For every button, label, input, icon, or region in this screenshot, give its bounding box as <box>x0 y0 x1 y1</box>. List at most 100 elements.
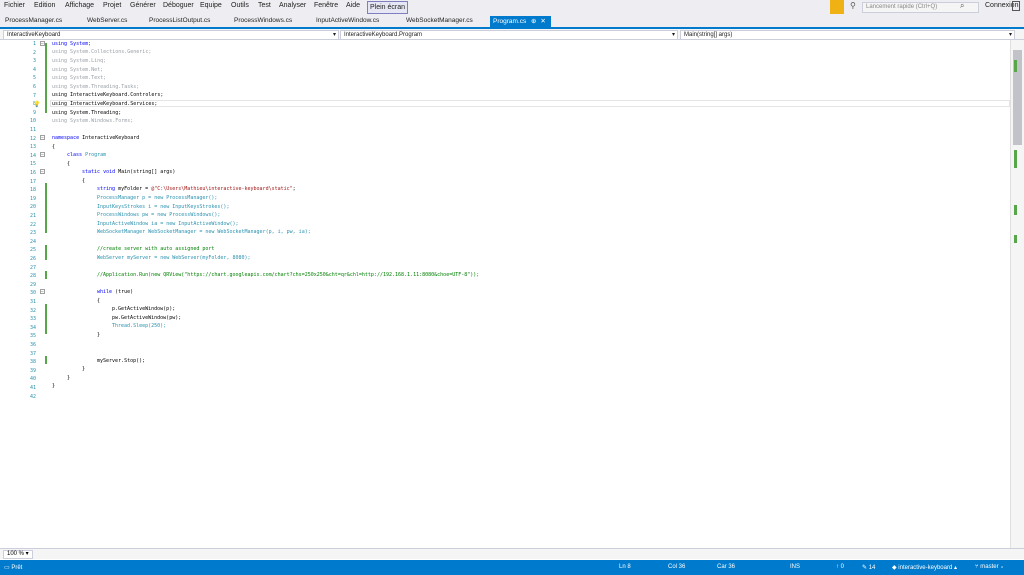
pin-icon[interactable]: ⊕ <box>531 18 536 25</box>
menu-test[interactable]: Test <box>258 2 271 9</box>
menu-project[interactable]: Projet <box>103 2 121 9</box>
notification-flag-icon[interactable] <box>830 0 844 14</box>
code-line: //Application.Run(new QRView("https://ch… <box>97 272 480 278</box>
code-line: } <box>82 366 86 372</box>
change-marker <box>45 43 47 113</box>
search-icon[interactable]: ⌕ <box>960 1 964 11</box>
fold-toggle[interactable]: − <box>40 289 45 295</box>
code-line: ProcessManager p = new ProcessManager(); <box>97 195 218 201</box>
tab-processlistoutput[interactable]: ProcessListOutput.cs <box>149 17 210 24</box>
code-line: { <box>52 144 56 150</box>
menu-analyze[interactable]: Analyser <box>279 2 306 9</box>
class-dropdown[interactable]: InteractiveKeyboard.Program ▾ <box>340 30 678 40</box>
menu-view[interactable]: Affichage <box>65 2 94 9</box>
line-number: 10 <box>29 118 36 125</box>
line-number: 4 <box>32 66 36 73</box>
code-line: while (true) <box>97 289 134 295</box>
code-line: string myFolder = @"C:\Users\Mathieu\int… <box>97 186 296 192</box>
line-number: 16 <box>29 170 36 176</box>
line-number: 27 <box>29 264 36 271</box>
close-icon[interactable]: ✕ <box>540 18 545 25</box>
code-line: using System.Threading.Tasks; <box>52 84 140 90</box>
tab-program[interactable]: Program.cs ⊕ ✕ <box>490 16 551 27</box>
fullscreen-button[interactable]: Plein écran <box>367 1 409 14</box>
member-dropdown[interactable]: Main(string[] args) ▾ <box>680 30 1015 40</box>
line-number: 13 <box>29 144 36 151</box>
line-number: 25 <box>29 247 36 254</box>
code-line: using System.Linq; <box>52 58 107 64</box>
line-number: 29 <box>29 281 36 288</box>
code-line: InputActiveWindow ia = new InputActiveWi… <box>97 221 239 227</box>
code-editor[interactable]: 1 2 3 4 5 6 7 8 9 10 11 12 13 14 15 16 17 18 19 20 21 22 23 24 2… <box>0 40 1010 548</box>
tab-processmanager[interactable]: ProcessManager.cs <box>5 17 62 24</box>
line-number: 22 <box>29 221 36 228</box>
code-line: InputKeysStrokes i = new InputKeysStroke… <box>97 204 230 210</box>
line-number: 1 <box>32 41 36 47</box>
filter-icon[interactable]: ⚲ <box>850 1 856 10</box>
project-label: InteractiveKeyboard <box>7 32 61 38</box>
line-number: 12 <box>29 135 36 142</box>
tab-processwindows[interactable]: ProcessWindows.cs <box>234 17 292 24</box>
zoom-dropdown[interactable]: 100 % ▾ <box>3 550 33 559</box>
insert-mode: INS <box>790 564 801 570</box>
repository-selector[interactable]: ◆ interactive-keyboard ▴ <box>892 564 957 571</box>
ready-status: ▭ Prêt <box>4 565 23 571</box>
lightbulb-icon[interactable]: 💡 <box>33 101 40 108</box>
branch-selector[interactable]: ⑂ master ▴ <box>975 564 1004 570</box>
menu-build[interactable]: Générer <box>130 2 156 9</box>
column-indicator: Col 36 <box>668 564 686 570</box>
menu-debug[interactable]: Déboguer <box>163 2 194 9</box>
menu-team[interactable]: Equipe <box>200 2 222 9</box>
code-line: class Program <box>67 152 107 158</box>
code-line: { <box>82 178 86 184</box>
code-line: using System.Windows.Forms; <box>52 118 134 124</box>
code-line: { <box>97 298 101 304</box>
menu-window[interactable]: Fenêtre <box>314 2 338 9</box>
char-indicator: Car 36 <box>717 564 736 570</box>
change-marker <box>45 245 47 260</box>
unpushed-commits[interactable]: ↑ 0 <box>836 564 844 570</box>
code-line: using System.Text; <box>52 75 107 81</box>
change-marker <box>45 183 47 233</box>
line-number: 30 <box>29 290 36 297</box>
menu-file[interactable]: Fichier <box>4 2 25 9</box>
code-line: using InteractiveKeyboard.Services; <box>52 101 158 107</box>
line-number: 41 <box>29 385 36 391</box>
line-number: 37 <box>29 350 36 357</box>
fold-toggle[interactable]: − <box>40 41 45 47</box>
code-line: { <box>67 161 71 167</box>
line-number: 32 <box>29 307 36 314</box>
current-line-highlight <box>50 100 1010 107</box>
fold-toggle[interactable]: − <box>40 135 45 141</box>
menu-bar: Fichier Edition Affichage Projet Générer… <box>0 0 1024 14</box>
chevron-down-icon: ▾ <box>1008 32 1012 38</box>
code-line: myServer.Stop(); <box>97 358 146 364</box>
code-line: using System.Threading; <box>52 110 122 116</box>
status-bar: ▭ Prêt Ln 8 Col 36 Car 36 INS ↑ 0 ✎ 14 ◆… <box>0 560 1024 575</box>
fold-toggle[interactable]: − <box>40 169 45 175</box>
editor-footer: 100 % ▾ <box>0 548 1024 559</box>
account-icon[interactable] <box>1012 1 1020 11</box>
tab-websocketmanager[interactable]: WebSocketManager.cs <box>406 17 473 24</box>
line-number: 18 <box>29 187 36 194</box>
pending-changes[interactable]: ✎ 14 <box>862 564 875 571</box>
scrollbar-change-marker <box>1014 205 1017 215</box>
tab-inputactivewindow[interactable]: InputActiveWindow.cs <box>316 17 379 24</box>
project-dropdown[interactable]: InteractiveKeyboard ▾ <box>3 30 339 40</box>
line-number: 9 <box>32 109 36 116</box>
fold-toggle[interactable]: − <box>40 152 45 158</box>
code-line: pw.GetActiveWindow(pw); <box>112 315 182 321</box>
code-line: using InteractiveKeyboard.Controlers; <box>52 92 164 98</box>
zoom-level: 100 % <box>7 551 25 557</box>
vertical-scrollbar[interactable] <box>1010 40 1024 548</box>
line-indicator: Ln 8 <box>619 564 631 570</box>
tab-webserver[interactable]: WebServer.cs <box>87 17 127 24</box>
change-marker <box>45 304 47 334</box>
line-number: 5 <box>32 75 36 82</box>
menu-tools[interactable]: Outils <box>231 2 249 9</box>
menu-help[interactable]: Aide <box>346 2 360 9</box>
code-line: //create server with auto assigned port <box>97 246 215 252</box>
code-line: Thread.Sleep(250); <box>112 323 167 329</box>
line-number: 28 <box>29 273 36 280</box>
menu-edit[interactable]: Edition <box>34 2 55 9</box>
